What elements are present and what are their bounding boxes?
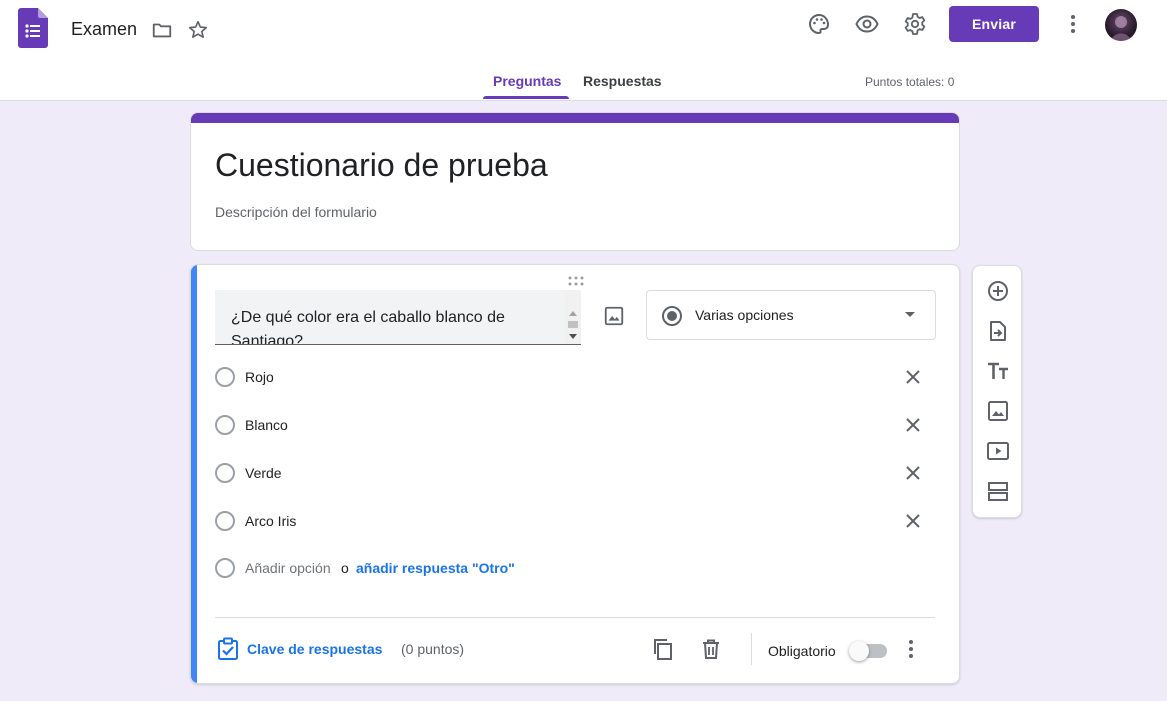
document-title[interactable]: Examen [71,19,137,40]
side-toolbar [972,265,1022,518]
star-icon[interactable] [186,18,210,42]
option-row[interactable]: Rojo [215,365,935,389]
add-other-button[interactable]: añadir respuesta "Otro" [356,560,515,576]
footer-vertical-divider [751,633,752,665]
option-row[interactable]: Verde [215,461,935,485]
radio-button-icon [661,305,683,332]
close-icon[interactable] [901,509,925,533]
answer-key-icon[interactable] [217,637,239,666]
more-vert-icon[interactable] [899,637,923,666]
tab-preguntas[interactable]: Preguntas [493,73,561,89]
option-label[interactable]: Rojo [245,369,274,385]
folder-icon[interactable] [150,18,174,42]
add-video-icon[interactable] [986,439,1010,463]
question-type-label: Varias opciones [695,307,794,323]
forms-logo[interactable] [18,8,48,48]
preview-eye-icon[interactable] [855,12,879,36]
option-radio [215,558,235,578]
toggle-knob [849,641,869,661]
option-row[interactable]: Blanco [215,413,935,437]
close-icon[interactable] [901,413,925,437]
option-row[interactable]: Arco Iris [215,509,935,533]
question-points: (0 puntos) [401,641,465,657]
delete-icon[interactable] [699,637,723,666]
required-label: Obligatorio [768,643,836,659]
answer-key-button[interactable]: Clave de respuestas [247,641,382,657]
chevron-down-icon [905,312,915,317]
question-type-dropdown[interactable]: Varias opciones [646,290,936,340]
send-button[interactable]: Enviar [949,6,1039,42]
import-questions-icon[interactable] [986,319,1010,343]
form-description-field[interactable]: Descripción del formulario [215,204,377,220]
add-title-icon[interactable] [986,359,1010,383]
option-radio [215,415,235,435]
add-question-icon[interactable] [986,279,1010,303]
option-label[interactable]: Verde [245,465,282,481]
palette-icon[interactable] [807,12,831,36]
active-tab-indicator [483,96,569,99]
duplicate-icon[interactable] [651,637,675,666]
form-header-card[interactable]: Cuestionario de prueba Descripción del f… [190,112,960,251]
add-image-icon[interactable] [603,305,625,332]
accent-bar [191,113,959,123]
top-header: Examen Enviar Preguntas Respuestas Punto… [0,0,1167,101]
tab-respuestas[interactable]: Respuestas [583,73,662,89]
question-text-input[interactable]: ¿De qué color era el caballo blanco de S… [215,290,581,345]
required-toggle[interactable] [849,641,887,661]
avatar[interactable] [1105,9,1137,41]
option-radio [215,367,235,387]
question-text: ¿De qué color era el caballo blanco de S… [231,309,505,345]
more-vert-icon[interactable] [1061,12,1085,36]
close-icon[interactable] [901,365,925,389]
add-option-button[interactable]: Añadir opción [245,560,331,576]
option-label[interactable]: Blanco [245,417,288,433]
add-section-icon[interactable] [986,479,1010,503]
option-label[interactable]: Arco Iris [245,513,296,529]
drag-handle-icon[interactable] [567,273,585,286]
question-scrollbar[interactable] [565,290,581,344]
option-radio [215,463,235,483]
close-icon[interactable] [901,461,925,485]
points-total: Puntos totales: 0 [865,75,955,89]
footer-divider [215,617,935,618]
window-edge [1153,0,1167,52]
active-question-indicator [191,265,197,683]
form-title[interactable]: Cuestionario de prueba [215,147,548,184]
add-option-row: Añadir opción o añadir respuesta "Otro" [215,556,935,580]
add-image-icon[interactable] [986,399,1010,423]
option-radio [215,511,235,531]
or-separator: o [341,560,349,576]
question-card[interactable]: ¿De qué color era el caballo blanco de S… [190,264,960,684]
settings-gear-icon[interactable] [903,12,927,36]
